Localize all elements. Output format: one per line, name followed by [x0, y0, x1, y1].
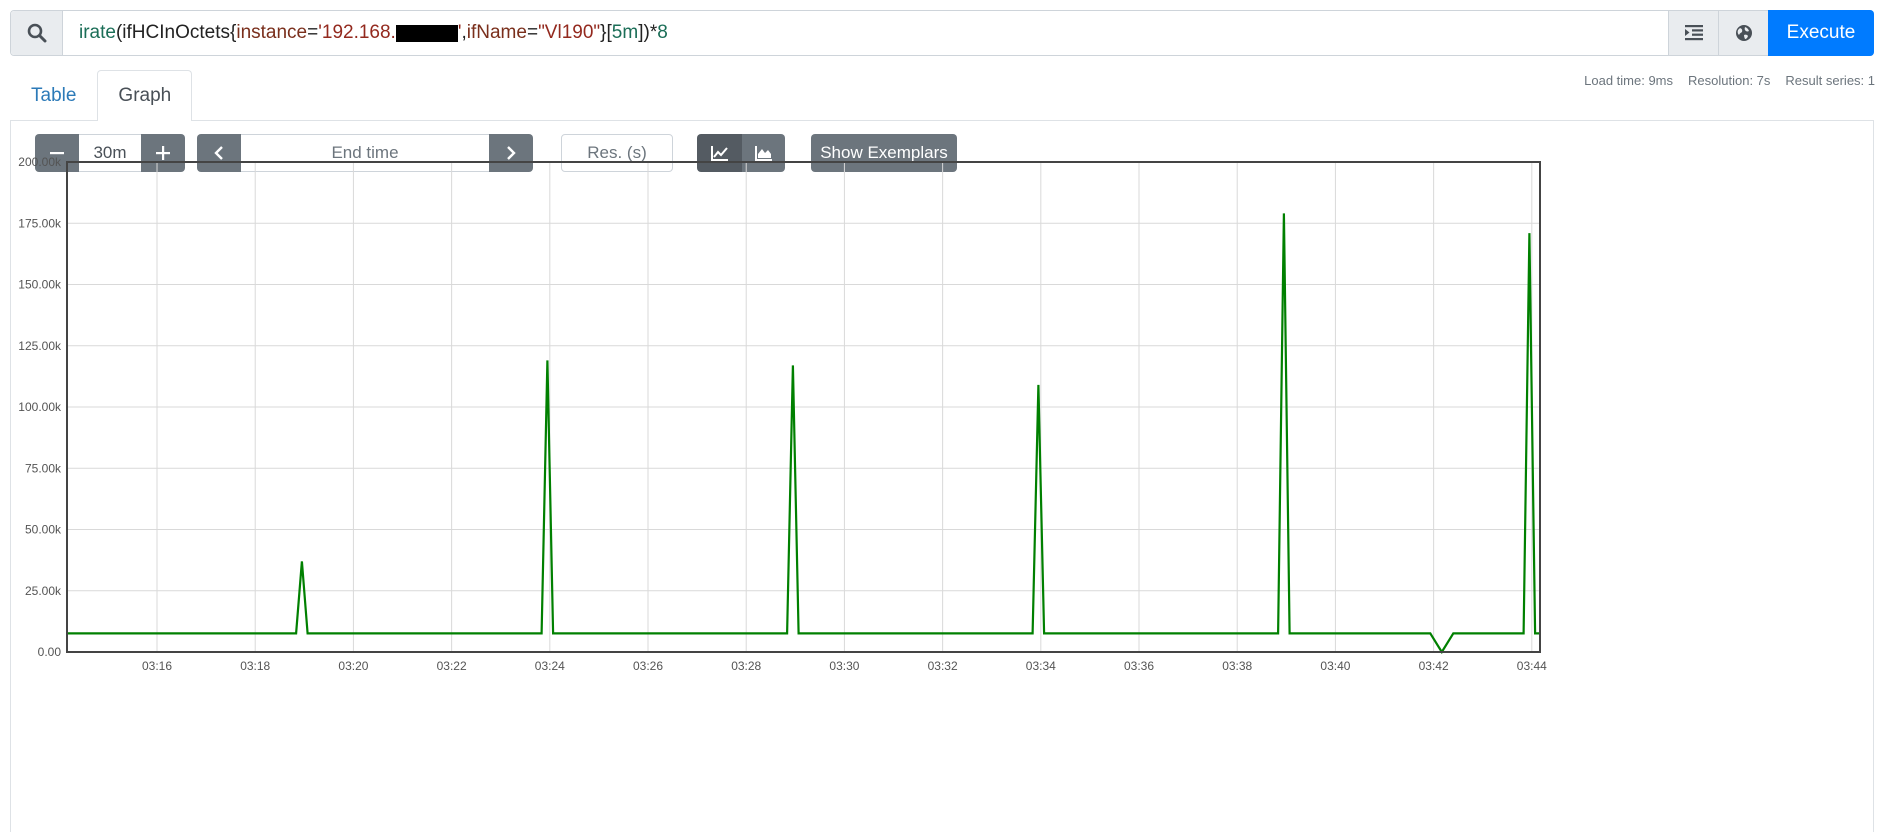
x-tick-label: 03:38 [1222, 659, 1252, 673]
y-tick-label: 175.00k [18, 216, 62, 230]
query-stats: Load time: 9ms Resolution: 7s Result ser… [1584, 73, 1875, 88]
x-tick-label: 03:20 [338, 659, 368, 673]
query-token: = [307, 22, 319, 43]
x-tick-label: 03:18 [240, 659, 270, 673]
y-tick-label: 150.00k [18, 278, 62, 292]
expression-input[interactable]: irate(ifHCInOctets{instance = '192.168. ', … [63, 11, 1668, 55]
y-tick-label: 25.00k [25, 584, 62, 598]
query-token: = [526, 22, 539, 43]
query-token: 5m [611, 22, 639, 43]
search-icon [11, 11, 63, 55]
query-token: * [649, 22, 658, 43]
x-tick-label: 03:22 [437, 659, 467, 673]
query-token: ifHCInOctets [122, 22, 230, 43]
query-token: '192.168. [318, 22, 396, 43]
tab-graph[interactable]: Graph [97, 70, 193, 121]
tab-table[interactable]: Table [10, 70, 97, 121]
y-tick-label: 75.00k [25, 461, 62, 475]
x-tick-label: 03:16 [142, 659, 172, 673]
globe-icon [1735, 25, 1752, 41]
load-time: Load time: 9ms [1584, 73, 1674, 88]
result-series: Result series: 1 [1785, 73, 1875, 88]
x-tick-label: 03:42 [1419, 659, 1449, 673]
x-tick-label: 03:28 [731, 659, 761, 673]
x-tick-label: 03:32 [928, 659, 958, 673]
x-tick-label: 03:34 [1026, 659, 1056, 673]
query-token: instance [236, 22, 308, 43]
y-tick-label: 0.00 [38, 645, 62, 659]
format-expression-button[interactable] [1668, 11, 1718, 55]
x-tick-label: 03:40 [1320, 659, 1350, 673]
graph-panel: 30m End time Res. (s) Show Exemplars 0.0… [10, 120, 1874, 832]
time-series-chart: 0.00 25.00k 50.00k 75.00k 100.00k 125.00k 150.… [18, 155, 1547, 673]
x-tick-label: 03:26 [633, 659, 663, 673]
y-tick-label: 50.00k [25, 523, 62, 537]
view-tabs: Table Graph [10, 70, 193, 121]
x-tick-label: 03:24 [535, 659, 565, 673]
y-tick-label: 100.00k [18, 400, 62, 414]
query-token: irate [79, 22, 116, 43]
query-bar: irate(ifHCInOctets{instance = '192.168. ', … [10, 10, 1874, 56]
x-tick-label: 03:44 [1517, 659, 1547, 673]
query-token: 8 [657, 22, 668, 43]
execute-button[interactable]: Execute [1768, 10, 1874, 56]
series-line[interactable] [67, 213, 1540, 655]
metrics-explorer-button[interactable] [1718, 11, 1768, 55]
y-tick-label: 125.00k [18, 339, 62, 353]
resolution: Resolution: 7s [1688, 73, 1771, 88]
format-indent-icon [1684, 25, 1703, 41]
x-tick-label: 03:30 [829, 659, 859, 673]
x-tick-label: 03:36 [1124, 659, 1154, 673]
y-tick-label: 200.00k [18, 155, 62, 169]
redacted-text [395, 24, 458, 42]
query-token: ifName [466, 22, 527, 43]
query-token: "Vl190" [538, 22, 601, 43]
